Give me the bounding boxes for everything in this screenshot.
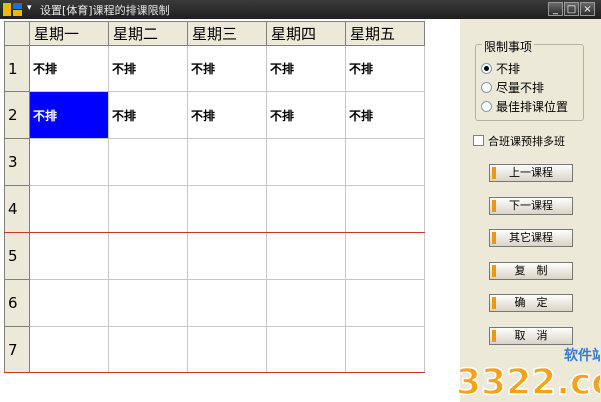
grid-cell[interactable] xyxy=(29,326,109,373)
table-row: 1 不排 不排 不排 不排 不排 xyxy=(4,45,425,92)
column-header-mon: 星期一 xyxy=(29,21,109,46)
grid-cell[interactable]: 不排 xyxy=(108,91,188,139)
grid-corner xyxy=(4,21,30,46)
button-stripe xyxy=(492,265,496,277)
grid-cell[interactable] xyxy=(266,138,346,186)
window-title: 设置[体育]课程的排课限制 xyxy=(40,4,170,17)
grid-cell[interactable]: 不排 xyxy=(345,45,425,92)
schedule-grid-area: 星期一 星期二 星期三 星期四 星期五 1 不排 不排 不排 不排 不排 2 不… xyxy=(0,19,460,402)
grid-cell[interactable] xyxy=(266,185,346,233)
row-header: 7 xyxy=(4,326,30,373)
radio-avoid[interactable]: 尽量不排 xyxy=(481,79,544,96)
restriction-group-title: 限制事项 xyxy=(482,38,535,55)
radio-never[interactable]: 不排 xyxy=(481,60,520,77)
grid-cell[interactable] xyxy=(345,232,425,280)
radio-best-position[interactable]: 最佳排课位置 xyxy=(481,98,568,115)
grid-cell[interactable] xyxy=(108,326,188,373)
grid-cell[interactable]: 不排 xyxy=(187,91,267,139)
grid-cell[interactable]: 不排 xyxy=(29,45,109,92)
radio-label: 不排 xyxy=(496,62,521,76)
grid-cell[interactable]: 不排 xyxy=(266,45,346,92)
copy-button[interactable]: 复 制 xyxy=(489,262,573,280)
table-row: 2 不排 不排 不排 不排 不排 xyxy=(4,91,425,139)
button-stripe xyxy=(492,200,496,212)
grid-cell[interactable] xyxy=(29,185,109,233)
radio-selected-icon xyxy=(481,63,492,74)
radio-label: 尽量不排 xyxy=(496,81,545,95)
radio-label: 最佳排课位置 xyxy=(496,100,569,114)
row-header: 2 xyxy=(4,91,30,139)
grid-cell[interactable]: 不排 xyxy=(108,45,188,92)
grid-cell[interactable] xyxy=(266,279,346,327)
table-row: 3 xyxy=(4,138,425,186)
grid-cell[interactable] xyxy=(345,326,425,373)
column-header-fri: 星期五 xyxy=(345,21,425,46)
button-stripe xyxy=(492,297,496,309)
svg-text:3322.cc: 3322.cc xyxy=(456,362,600,400)
ok-button[interactable]: 确 定 xyxy=(489,294,573,312)
table-row: 6 xyxy=(4,279,425,327)
grid-cell[interactable]: 不排 xyxy=(266,91,346,139)
grid-cell[interactable] xyxy=(266,232,346,280)
app-icon[interactable] xyxy=(2,2,24,17)
grid-cell[interactable] xyxy=(187,185,267,233)
button-label: 上一课程 xyxy=(509,166,553,179)
close-button[interactable]: × xyxy=(580,2,595,16)
schedule-grid: 星期一 星期二 星期三 星期四 星期五 1 不排 不排 不排 不排 不排 2 不… xyxy=(4,21,425,373)
column-header-thu: 星期四 xyxy=(266,21,346,46)
column-header-tue: 星期二 xyxy=(108,21,188,46)
radio-unselected-icon xyxy=(481,101,492,112)
checkbox-label: 合班课预排多班 xyxy=(488,135,565,148)
grid-cell[interactable] xyxy=(108,185,188,233)
grid-cell[interactable] xyxy=(345,185,425,233)
grid-cell[interactable] xyxy=(108,232,188,280)
system-menu-arrow-icon[interactable]: ▾ xyxy=(27,3,32,13)
button-stripe xyxy=(492,232,496,244)
grid-cell[interactable] xyxy=(187,279,267,327)
radio-unselected-icon xyxy=(481,82,492,93)
row-header: 5 xyxy=(4,232,30,280)
watermark-logo: 软件站 3322.cc xyxy=(455,347,600,400)
grid-cell[interactable] xyxy=(29,279,109,327)
button-label: 下一课程 xyxy=(509,199,553,212)
table-row: 4 xyxy=(4,185,425,233)
grid-cell[interactable] xyxy=(345,138,425,186)
button-label: 其它课程 xyxy=(509,231,553,244)
grid-cell[interactable] xyxy=(108,138,188,186)
button-label: 复 制 xyxy=(514,264,548,277)
grid-cell[interactable] xyxy=(108,279,188,327)
column-header-wed: 星期三 xyxy=(187,21,267,46)
other-course-button[interactable]: 其它课程 xyxy=(489,229,573,247)
button-stripe xyxy=(492,167,496,179)
grid-cell[interactable] xyxy=(187,138,267,186)
maximize-button[interactable]: □ xyxy=(564,2,579,16)
prev-course-button[interactable]: 上一课程 xyxy=(489,164,573,182)
row-header: 3 xyxy=(4,138,30,186)
table-row: 5 xyxy=(4,232,425,280)
row-header: 6 xyxy=(4,279,30,327)
grid-cell[interactable] xyxy=(187,326,267,373)
button-label: 确 定 xyxy=(514,296,548,309)
grid-cell[interactable] xyxy=(29,138,109,186)
row-header: 1 xyxy=(4,45,30,92)
table-row: 7 xyxy=(4,326,425,373)
title-bar: ▾ 设置[体育]课程的排课限制 _ □ × xyxy=(0,0,601,19)
grid-cell[interactable] xyxy=(29,232,109,280)
merge-class-checkbox[interactable]: 合班课预排多班 xyxy=(473,133,565,149)
grid-cell[interactable]: 不排 xyxy=(187,45,267,92)
next-course-button[interactable]: 下一课程 xyxy=(489,197,573,215)
grid-cell[interactable] xyxy=(345,279,425,327)
checkbox-icon xyxy=(473,135,484,146)
minimize-button[interactable]: _ xyxy=(548,2,563,16)
row-header: 4 xyxy=(4,185,30,233)
grid-cell[interactable]: 不排 xyxy=(345,91,425,139)
grid-cell[interactable] xyxy=(187,232,267,280)
grid-cell[interactable] xyxy=(266,326,346,373)
grid-cell-selected[interactable]: 不排 xyxy=(29,91,109,139)
